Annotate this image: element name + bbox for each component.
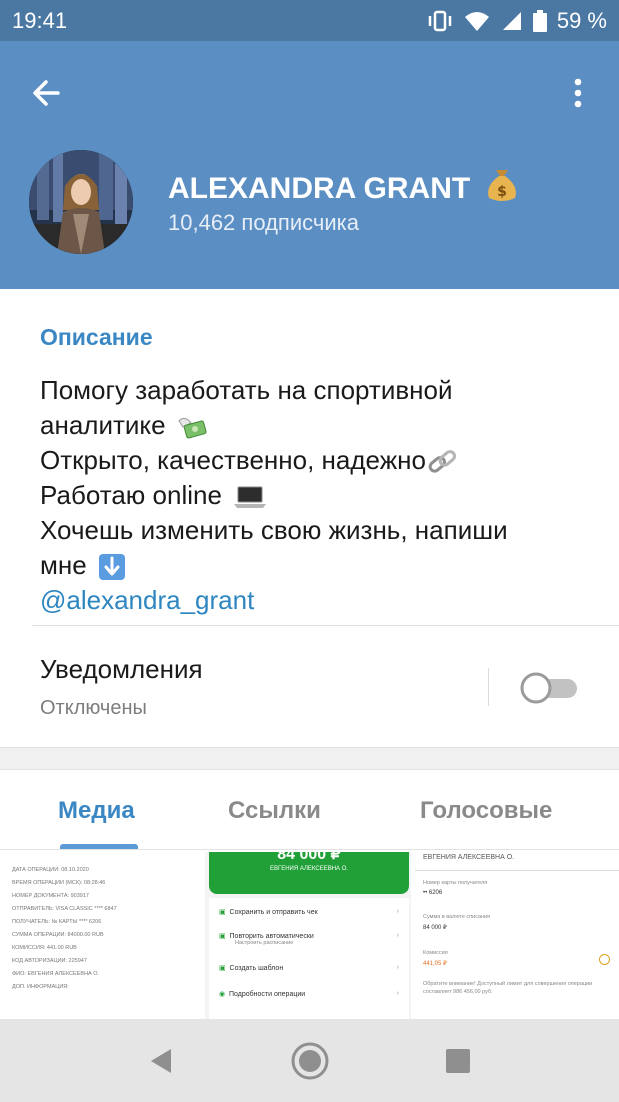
description-heading: Описание	[40, 324, 153, 350]
subscriber-count: 10,462 подписчика	[168, 210, 359, 235]
tab-media[interactable]: Медиа	[58, 797, 135, 825]
notifications-status: Отключены	[40, 697, 147, 719]
info-icon	[599, 954, 610, 965]
description-line-with-emoji: мне	[40, 548, 580, 583]
money-bag-icon: $	[487, 170, 516, 201]
money-wings-icon	[178, 418, 207, 439]
nav-home-icon[interactable]	[290, 1041, 330, 1081]
description-line: Работаю online	[40, 480, 222, 510]
wifi-icon	[464, 12, 489, 31]
receipt-header: 84 000 ₽ ЕВГЕНИЯ АЛЕКСЕЕВНА О.	[209, 852, 409, 894]
system-nav-bar	[0, 1019, 619, 1102]
nav-recents-icon[interactable]	[444, 1047, 472, 1075]
divider	[32, 625, 619, 626]
description-line: аналитике	[40, 410, 166, 440]
svg-text:$: $	[497, 184, 507, 200]
tab-links[interactable]: Ссылки	[228, 797, 321, 825]
description-line: Помогу заработать на спортивной	[40, 375, 453, 405]
tabs-divider	[0, 849, 619, 850]
description-line: Хочешь изменить свою жизнь, напиши	[40, 515, 508, 545]
nav-back-icon[interactable]	[145, 1045, 177, 1077]
divider	[488, 668, 489, 706]
description-line-with-emoji: Открыто, качественно, надежно	[40, 443, 580, 478]
signal-icon	[502, 12, 521, 30]
channel-avatar[interactable]	[29, 150, 133, 254]
description-line: Открыто, качественно, надежно	[40, 445, 426, 475]
more-menu-icon[interactable]	[566, 73, 590, 113]
description-line: мне	[40, 550, 87, 580]
back-arrow-icon[interactable]	[28, 73, 68, 113]
battery-percent: 59 %	[556, 8, 607, 33]
description-line-with-emoji: аналитике	[40, 408, 580, 443]
down-arrow-icon	[98, 554, 125, 581]
battery-icon	[532, 10, 547, 32]
status-bar: 19:41 59 %	[0, 0, 619, 41]
section-gap	[0, 747, 619, 770]
channel-header: ALEXANDRA GRANT $ 10,462 подписчика	[0, 41, 619, 289]
status-time: 19:41	[12, 8, 68, 33]
tab-voice[interactable]: Голосовые	[420, 797, 552, 825]
notifications-title[interactable]: Уведомления	[40, 654, 203, 685]
media-thumbnail[interactable]: ЕВГЕНИЯ АЛЕКСЕЕВНА О. Номер карты получа…	[415, 852, 619, 1019]
vibrate-icon	[428, 10, 452, 32]
channel-name: ALEXANDRA GRANT	[168, 172, 471, 205]
link-icon	[428, 450, 456, 473]
description-line-with-emoji: Работаю online	[40, 478, 580, 513]
media-thumbnail[interactable]: 84 000 ₽ ЕВГЕНИЯ АЛЕКСЕЕВНА О. ▣ Сохрани…	[205, 852, 411, 1019]
channel-title: ALEXANDRA GRANT $	[168, 166, 519, 206]
receipt-actions: ▣ Сохранить и отправить чек › ▣ Повторить…	[209, 898, 409, 1019]
status-icons: 59 %	[427, 8, 607, 34]
receipt-text: ДАТА ОПЕРАЦИИ: 08.10.2020 ВРЕМЯ ОПЕРАЦИИ…	[12, 867, 117, 990]
description-text: Помогу заработать на спортивной аналитик…	[40, 373, 580, 618]
notifications-toggle[interactable]	[519, 672, 579, 704]
channel-username-link[interactable]: @alexandra_grant	[40, 583, 580, 618]
laptop-icon	[234, 486, 267, 509]
media-thumbnail[interactable]: ДАТА ОПЕРАЦИИ: 08.10.2020 ВРЕМЯ ОПЕРАЦИИ…	[0, 852, 201, 1019]
